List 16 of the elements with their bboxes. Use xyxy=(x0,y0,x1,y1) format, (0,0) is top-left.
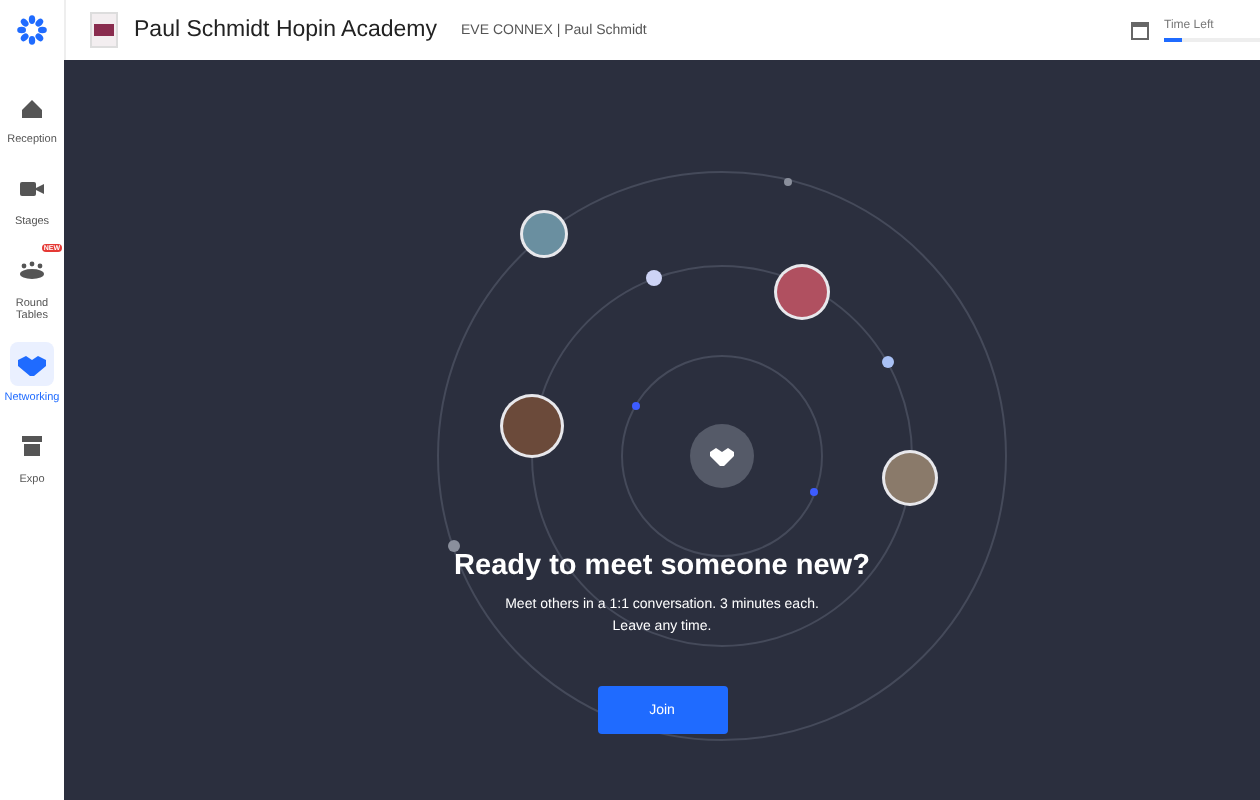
calendar-icon[interactable] xyxy=(1128,18,1152,42)
orbit-dot xyxy=(810,488,818,496)
handshake-icon xyxy=(690,424,754,488)
avatar-placeholder xyxy=(774,264,830,320)
orbit-dot xyxy=(646,270,662,286)
event-title: Paul Schmidt Hopin Academy xyxy=(134,18,437,42)
event-logo-icon xyxy=(90,12,118,48)
avatar-placeholder xyxy=(500,394,564,458)
app-logo-icon[interactable] xyxy=(16,14,48,46)
networking-heading: Ready to meet someone new? xyxy=(454,550,870,582)
orbit-dot xyxy=(632,402,640,410)
avatar-placeholder xyxy=(520,210,568,258)
avatar-placeholder xyxy=(882,450,938,506)
orbit-dot xyxy=(448,540,460,552)
orbit-dot xyxy=(784,178,792,186)
orbit-dot xyxy=(882,356,894,368)
